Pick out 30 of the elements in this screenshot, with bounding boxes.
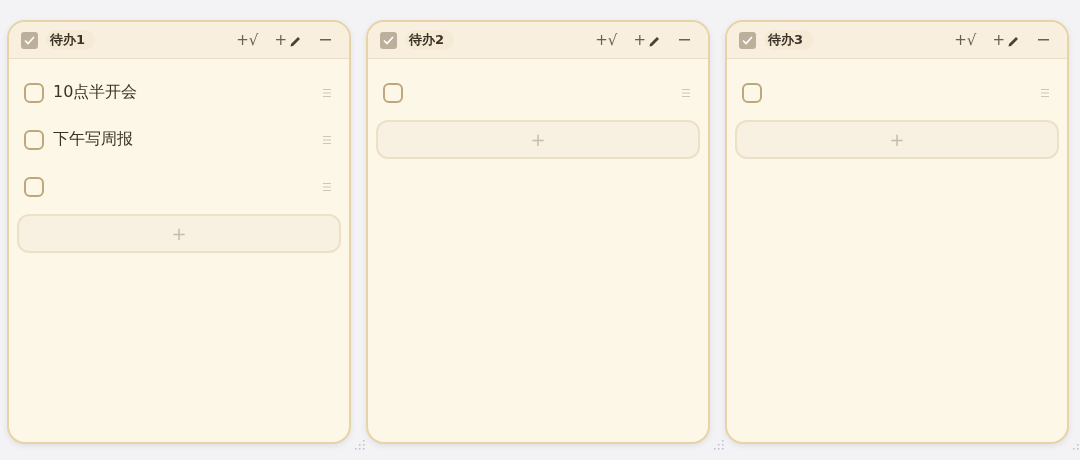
add-task-button[interactable]: +√ (232, 31, 263, 49)
add-task-button[interactable]: +√ (591, 31, 622, 49)
task-checkbox[interactable] (742, 82, 762, 103)
add-note-button[interactable]: + (988, 31, 1024, 49)
task-checkbox[interactable] (24, 82, 44, 103)
list-title[interactable]: 待办2 (405, 30, 455, 50)
add-note-button[interactable]: + (629, 31, 665, 49)
task-text: 下午写周报 (53, 129, 133, 150)
task-checkbox[interactable] (24, 176, 44, 197)
minimize-icon (1038, 39, 1049, 41)
list-title[interactable]: 待办1 (46, 30, 96, 50)
drag-handle-icon[interactable] (323, 135, 331, 144)
check-icon (24, 35, 35, 45)
drag-handle-icon[interactable] (323, 182, 331, 191)
header-checkbox[interactable] (739, 31, 756, 49)
drag-handle-icon[interactable] (682, 88, 690, 97)
header-checkbox[interactable] (380, 31, 397, 49)
task-checkbox[interactable] (24, 129, 44, 150)
task-text: 10点半开会 (53, 82, 138, 103)
check-icon (383, 35, 394, 45)
drag-handle-icon[interactable] (1041, 88, 1049, 97)
task-checkbox[interactable] (383, 82, 403, 103)
minimize-icon (320, 39, 331, 41)
check-icon (742, 35, 753, 45)
header-checkbox[interactable] (21, 31, 38, 49)
add-task-button[interactable]: +√ (950, 31, 981, 49)
minimize-icon (679, 39, 690, 41)
add-note-button[interactable]: + (270, 31, 306, 49)
list-title[interactable]: 待办3 (764, 30, 814, 50)
drag-handle-icon[interactable] (323, 88, 331, 97)
